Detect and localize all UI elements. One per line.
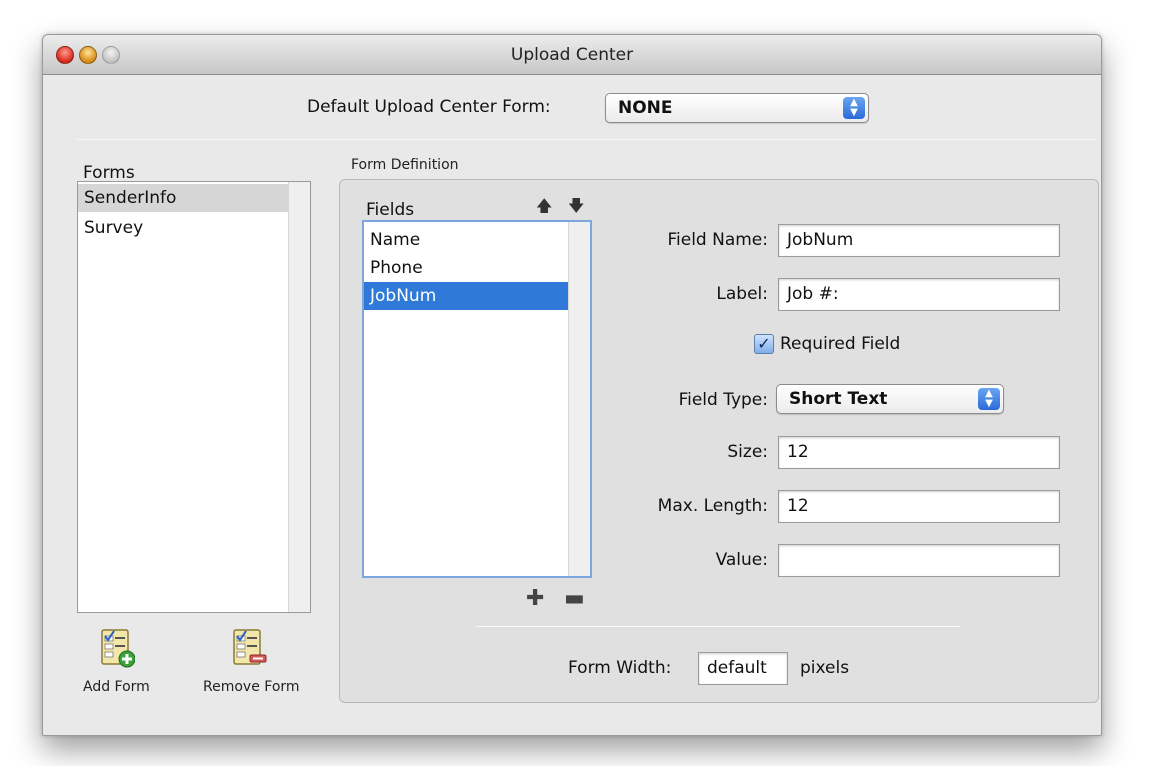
form-width-unit: pixels [800, 658, 850, 678]
title-bar[interactable]: Upload Center [43, 35, 1101, 75]
form-definition-group: Fields 🡅 🡇 Name Phone JobNum ✚ ▬ Field N… [339, 179, 1099, 703]
upload-center-window: Upload Center Default Upload Center Form… [42, 34, 1102, 736]
default-form-label: Default Upload Center Form: [307, 97, 551, 117]
fields-list-scrollbar[interactable] [568, 222, 590, 576]
size-label: Size: [727, 442, 768, 462]
size-input[interactable]: 12 [778, 436, 1060, 469]
default-form-value: NONE [618, 98, 673, 118]
top-separator [77, 139, 1097, 140]
forms-list[interactable]: SenderInfo Survey [77, 181, 311, 613]
remove-form-label: Remove Form [203, 679, 300, 695]
field-type-value: Short Text [789, 389, 888, 409]
fields-list-item[interactable]: Phone [364, 254, 568, 282]
form-width-separator [476, 626, 960, 627]
add-form-button[interactable]: Add Form [73, 623, 169, 709]
field-name-input[interactable]: JobNum [778, 224, 1060, 257]
forms-list-item[interactable]: SenderInfo [78, 184, 288, 212]
field-type-label: Field Type: [678, 390, 768, 410]
plus-icon[interactable]: ✚ [526, 588, 544, 610]
field-name-label: Field Name: [667, 230, 768, 250]
fields-list-item-selected[interactable]: JobNum [364, 282, 568, 310]
popup-arrows-icon: ▲ ▼ [978, 388, 1000, 410]
fields-list-item[interactable]: Name [364, 226, 568, 254]
form-definition-title: Form Definition [351, 157, 459, 173]
arrow-up-icon[interactable]: 🡅 [536, 198, 552, 214]
label-input[interactable]: Job #: [778, 278, 1060, 311]
required-field-label: Required Field [780, 334, 901, 354]
forms-list-scrollbar[interactable] [288, 182, 310, 612]
max-length-input[interactable]: 12 [778, 490, 1060, 523]
forms-list-item[interactable]: Survey [78, 214, 288, 242]
remove-form-button[interactable]: Remove Form [195, 623, 315, 709]
fields-title: Fields [366, 200, 415, 220]
required-field-checkbox[interactable]: ✓ [754, 334, 774, 354]
field-type-popup[interactable]: Short Text ▲ ▼ [776, 384, 1004, 414]
form-width-input[interactable]: default [698, 652, 788, 685]
arrow-down-icon[interactable]: 🡇 [568, 198, 584, 214]
form-width-label: Form Width: [568, 658, 672, 678]
popup-arrows-icon: ▲ ▼ [843, 97, 865, 119]
add-form-label: Add Form [83, 679, 150, 695]
add-form-icon [101, 629, 135, 668]
fields-list[interactable]: Name Phone JobNum [362, 220, 592, 578]
forms-title: Forms [83, 163, 135, 183]
window-title: Upload Center [510, 45, 634, 65]
minus-icon[interactable]: ▬ [564, 588, 585, 610]
label-label: Label: [716, 284, 768, 304]
remove-form-icon [233, 629, 267, 665]
value-label: Value: [715, 550, 768, 570]
max-length-label: Max. Length: [657, 496, 768, 516]
value-input[interactable] [778, 544, 1060, 577]
default-form-popup[interactable]: NONE ▲ ▼ [605, 93, 869, 123]
